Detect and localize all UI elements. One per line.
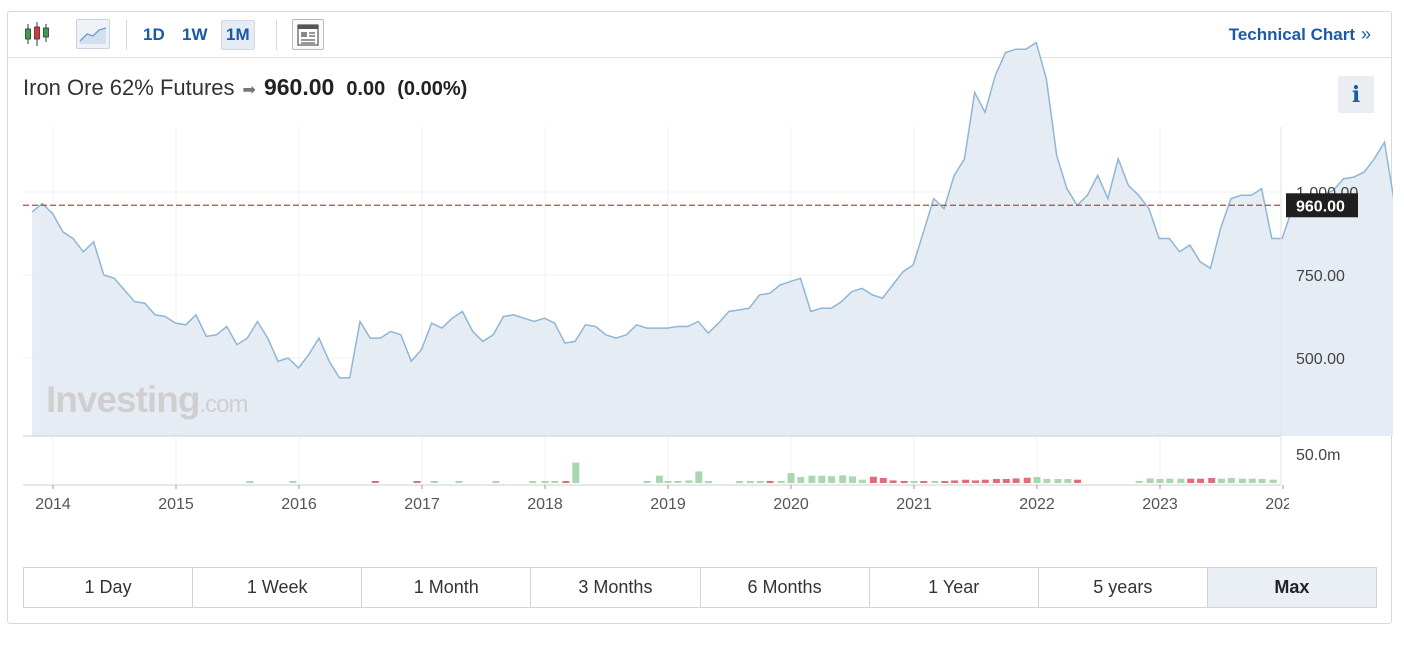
price-area xyxy=(32,42,1393,436)
volume-bar xyxy=(869,476,877,483)
x-axis-label: 2018 xyxy=(527,496,563,513)
volume-bar xyxy=(1177,478,1185,483)
volume-bar xyxy=(808,475,816,483)
volume-bar xyxy=(430,481,438,483)
volume-bar xyxy=(371,481,379,483)
volume-bar xyxy=(920,481,928,483)
x-axis-label: 2015 xyxy=(158,496,194,513)
volume-bar xyxy=(562,481,570,483)
volume-bar xyxy=(695,471,703,483)
range-button-1-week[interactable]: 1 Week xyxy=(193,568,363,607)
volume-bar xyxy=(529,481,537,483)
volume-bar xyxy=(1166,478,1174,483)
volume-bar xyxy=(1012,478,1020,483)
x-axis-label: 2024 xyxy=(1265,496,1301,513)
volume-bar xyxy=(685,480,693,483)
volume-bar xyxy=(1238,478,1246,483)
volume-bar xyxy=(289,481,297,483)
x-axis-label: 2016 xyxy=(281,496,317,513)
volume-bar xyxy=(818,475,826,483)
volume-bar xyxy=(849,476,856,483)
range-button-1-month[interactable]: 1 Month xyxy=(362,568,532,607)
volume-bar xyxy=(1269,479,1277,483)
x-axis-label: 2023 xyxy=(1142,496,1178,513)
volume-bar xyxy=(705,481,713,483)
volume-bar xyxy=(1033,477,1041,483)
volume-bar xyxy=(1074,479,1082,483)
volume-bar xyxy=(981,479,989,483)
range-selector: 1 Day 1 Week 1 Month 3 Months 6 Months 1 Year… xyxy=(23,567,1377,608)
volume-bar xyxy=(1258,479,1266,483)
price-axis-label: 750.00 xyxy=(1296,268,1345,285)
volume-bar xyxy=(1146,478,1154,483)
range-button-max[interactable]: Max xyxy=(1207,568,1376,607)
volume-bar xyxy=(756,481,764,483)
volume-bar xyxy=(746,481,754,483)
price-chart[interactable]: Investing.com500.00750.001,000.00960.005… xyxy=(8,12,1393,552)
x-axis-label: 2017 xyxy=(404,496,440,513)
volume-bar xyxy=(889,480,897,483)
current-price-tag-label: 960.00 xyxy=(1296,198,1345,215)
x-axis-label: 2014 xyxy=(35,496,71,513)
volume-bar xyxy=(1135,481,1143,483)
volume-bar xyxy=(413,481,421,483)
range-button-1-day[interactable]: 1 Day xyxy=(24,568,194,607)
volume-bar xyxy=(1218,478,1225,483)
volume-bar xyxy=(858,479,866,483)
volume-bar xyxy=(879,478,887,483)
volume-bar xyxy=(941,481,949,483)
range-button-1-year[interactable]: 1 Year xyxy=(870,568,1039,607)
volume-bar xyxy=(1064,479,1072,483)
range-button-5-years[interactable]: 5 years xyxy=(1039,568,1208,607)
volume-bar xyxy=(1197,478,1205,483)
volume-bar xyxy=(674,481,682,483)
volume-bar xyxy=(972,480,979,483)
volume-bar xyxy=(492,481,500,483)
volume-bar xyxy=(655,475,663,483)
volume-bar xyxy=(246,481,254,483)
price-axis-label: 500.00 xyxy=(1296,351,1345,368)
volume-bar xyxy=(797,477,805,483)
volume-bar xyxy=(1043,479,1051,483)
volume-axis-label: 50.0m xyxy=(1296,447,1340,464)
x-axis-label: 2020 xyxy=(773,496,809,513)
x-axis-label: 2021 xyxy=(896,496,932,513)
volume-bar xyxy=(910,481,918,483)
volume-bar xyxy=(931,481,939,483)
volume-bar xyxy=(455,481,463,483)
volume-bar xyxy=(839,475,847,483)
volume-bar xyxy=(1187,478,1195,483)
volume-bar xyxy=(962,479,970,483)
volume-bar xyxy=(787,473,795,483)
range-button-6-months[interactable]: 6 Months xyxy=(701,568,870,607)
volume-bar xyxy=(777,481,785,483)
volume-bar xyxy=(1208,478,1216,483)
volume-bar xyxy=(951,480,959,483)
volume-bar xyxy=(766,481,774,483)
volume-bar xyxy=(1227,478,1235,483)
volume-bar xyxy=(828,476,836,483)
volume-bar xyxy=(551,481,559,483)
volume-bar xyxy=(735,481,743,483)
volume-bar xyxy=(643,481,651,483)
volume-bar xyxy=(1248,478,1256,483)
range-button-3-months[interactable]: 3 Months xyxy=(531,568,701,607)
volume-bar xyxy=(541,481,549,483)
x-axis-label: 2019 xyxy=(650,496,686,513)
x-axis-label: 2022 xyxy=(1019,496,1055,513)
chart-widget: 1D 1W 1M Technical Chart » Iron Ore 62% … xyxy=(7,11,1393,624)
volume-bar xyxy=(1054,479,1062,483)
volume-bar xyxy=(900,481,908,483)
volume-bar xyxy=(1156,479,1164,483)
volume-bar xyxy=(1002,479,1010,483)
volume-bar xyxy=(664,481,672,483)
volume-bar xyxy=(572,462,580,483)
volume-bar xyxy=(992,479,1000,483)
volume-bar xyxy=(1023,477,1031,483)
